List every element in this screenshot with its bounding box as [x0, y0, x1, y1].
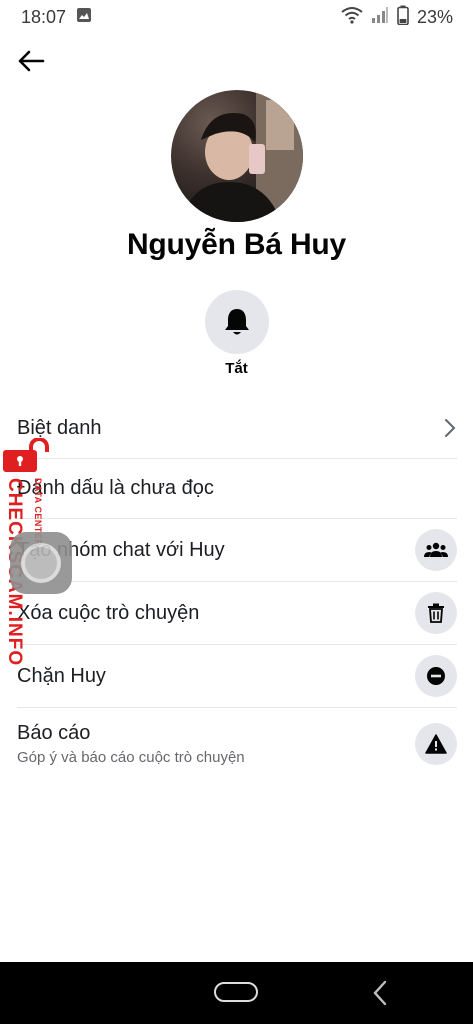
screen: 18:07 23% Nguyễn Bá Huy Tắt Biệt danh Đá… [0, 0, 473, 1024]
mute-button[interactable] [205, 290, 269, 354]
menu-item-subtitle: Góp ý và báo cáo cuộc trò chuyện [17, 749, 245, 766]
warning-icon [415, 723, 457, 765]
status-right: 23% [341, 5, 453, 30]
status-bar: 18:07 23% [0, 0, 473, 34]
floating-assistive-button[interactable] [10, 532, 72, 594]
menu-item-report[interactable]: Báo cáo Góp ý và báo cáo cuộc trò chuyện [0, 708, 473, 780]
lock-icon [3, 438, 49, 472]
mute-label: Tắt [225, 360, 248, 377]
bell-icon [225, 309, 249, 335]
home-button[interactable] [214, 982, 258, 1002]
block-icon [415, 655, 457, 697]
navigation-bar [0, 962, 473, 1024]
options-menu: Biệt danh Đánh dấu là chưa đọc Tạo nhóm … [0, 398, 473, 780]
report-text: Báo cáo Góp ý và báo cáo cuộc trò chuyện [17, 722, 245, 766]
status-left: 18:07 [21, 7, 92, 28]
arrow-left-icon [18, 50, 45, 72]
menu-item-delete-conversation[interactable]: Xóa cuộc trò chuyện [0, 582, 473, 644]
back-button[interactable] [14, 44, 48, 78]
profile-name: Nguyễn Bá Huy [126, 228, 347, 261]
profile-avatar[interactable] [171, 90, 303, 222]
menu-item-block[interactable]: Chặn Huy [0, 645, 473, 707]
nav-back-icon[interactable] [370, 979, 390, 1007]
trash-icon [415, 592, 457, 634]
assistive-ring [21, 543, 61, 583]
menu-item-label: Báo cáo [17, 722, 91, 744]
status-time: 18:07 [21, 6, 67, 27]
image-icon [76, 7, 92, 28]
menu-item-mark-unread[interactable]: Đánh dấu là chưa đọc [0, 459, 473, 518]
group-icon [415, 529, 457, 571]
wifi-icon [341, 6, 363, 29]
battery-percent: 23% [416, 6, 453, 27]
menu-item-label: Biệt danh [17, 416, 102, 439]
menu-item-nickname[interactable]: Biệt danh [0, 398, 473, 458]
battery-icon [397, 5, 409, 30]
chevron-right-icon [445, 419, 456, 437]
signal-icon [371, 6, 389, 29]
